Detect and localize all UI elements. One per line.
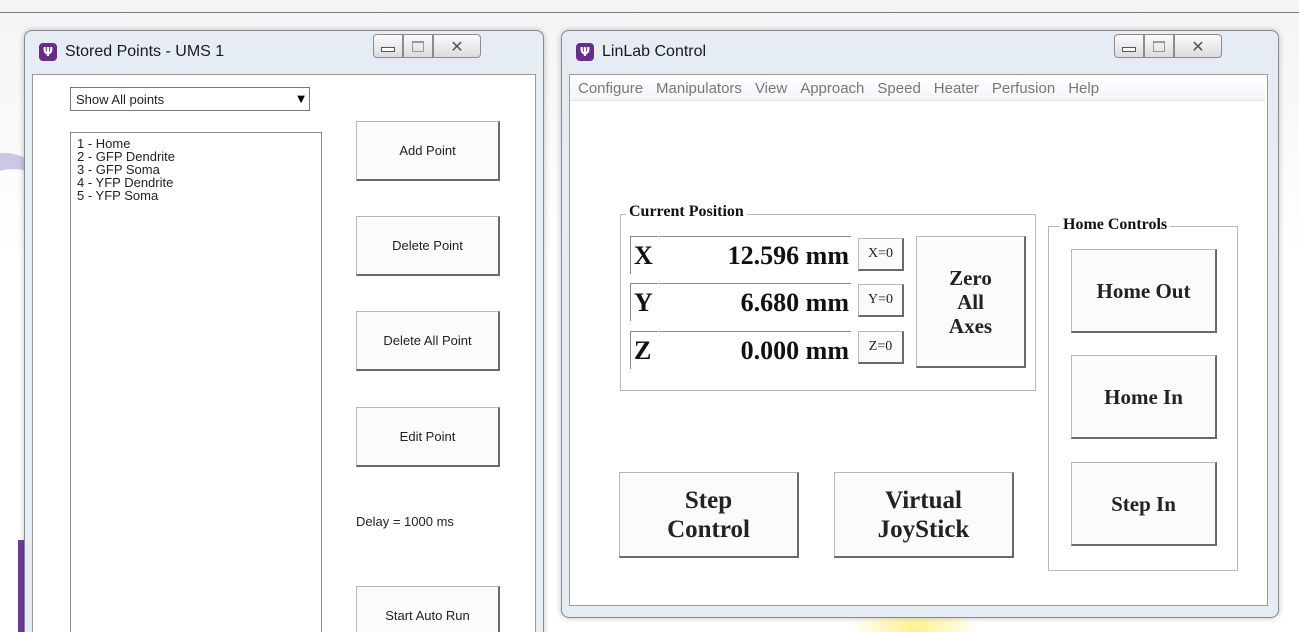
zero-all-line3: Axes bbox=[948, 313, 993, 338]
linlab-window-controls: ✕ bbox=[1114, 34, 1222, 58]
home-in-button[interactable]: Home In bbox=[1071, 355, 1217, 439]
minimize-icon[interactable] bbox=[373, 34, 403, 58]
zero-all-axes-button[interactable]: Zero All Axes bbox=[916, 236, 1026, 368]
delete-point-button[interactable]: Delete Point bbox=[356, 216, 500, 276]
linlab-titlebar: Ψ LinLab Control bbox=[576, 43, 706, 61]
maximize-icon[interactable] bbox=[403, 34, 433, 58]
virtual-joystick-line2: JoyStick bbox=[877, 515, 970, 543]
zero-all-line1: Zero bbox=[949, 265, 992, 290]
step-control-line2: Control bbox=[667, 515, 750, 543]
points-filter-value: Show All points bbox=[76, 92, 165, 107]
close-icon[interactable]: ✕ bbox=[1174, 34, 1222, 58]
home-controls-legend: Home Controls bbox=[1060, 216, 1171, 234]
list-item[interactable]: 5 - YFP Soma bbox=[77, 189, 315, 202]
menu-heater[interactable]: Heater bbox=[926, 76, 984, 100]
minimize-icon[interactable] bbox=[1114, 34, 1144, 58]
y-axis-value: 6.680 mm bbox=[659, 283, 851, 321]
stored-points-window-controls: ✕ bbox=[373, 34, 481, 58]
virtual-joystick-button[interactable]: Virtual JoyStick bbox=[834, 472, 1014, 558]
menu-configure[interactable]: Configure bbox=[570, 76, 648, 100]
delete-all-point-button[interactable]: Delete All Point bbox=[356, 311, 500, 371]
top-divider bbox=[0, 12, 1299, 13]
x-axis-value: 12.596 mm bbox=[659, 236, 851, 274]
current-position-legend: Current Position bbox=[626, 203, 747, 221]
menu-manipulators[interactable]: Manipulators bbox=[648, 76, 747, 100]
app-icon: Ψ bbox=[576, 43, 594, 61]
app-icon: Ψ bbox=[39, 43, 57, 61]
delay-label: Delay = 1000 ms bbox=[356, 514, 454, 529]
home-out-button[interactable]: Home Out bbox=[1071, 249, 1217, 333]
edit-point-button[interactable]: Edit Point bbox=[356, 407, 500, 467]
step-in-button[interactable]: Step In bbox=[1071, 462, 1217, 546]
menu-approach[interactable]: Approach bbox=[792, 76, 869, 100]
y-zero-button[interactable]: Y=0 bbox=[858, 284, 904, 317]
menu-speed[interactable]: Speed bbox=[869, 76, 925, 100]
chevron-down-icon[interactable]: ▼ bbox=[297, 94, 305, 105]
virtual-joystick-line1: Virtual bbox=[885, 486, 962, 514]
stored-points-titlebar: Ψ Stored Points - UMS 1 bbox=[39, 43, 224, 61]
x-zero-button[interactable]: X=0 bbox=[858, 238, 904, 271]
desktop-background: Ψ Stored Points - UMS 1 ✕ Show All point… bbox=[0, 0, 1299, 632]
add-point-button[interactable]: Add Point bbox=[356, 121, 500, 181]
maximize-icon[interactable] bbox=[1144, 34, 1174, 58]
stored-points-title: Stored Points - UMS 1 bbox=[65, 43, 225, 60]
z-axis-letter: Z bbox=[630, 331, 658, 369]
y-axis-row: Y 6.680 mm bbox=[630, 283, 854, 321]
points-list[interactable]: 1 - Home 2 - GFP Dendrite 3 - GFP Soma 4… bbox=[70, 132, 322, 632]
linlab-title: LinLab Control bbox=[602, 43, 707, 60]
step-control-button[interactable]: Step Control bbox=[619, 472, 799, 558]
menu-bar: Configure Manipulators View Approach Spe… bbox=[570, 76, 1265, 101]
close-icon[interactable]: ✕ bbox=[433, 34, 481, 58]
z-zero-button[interactable]: Z=0 bbox=[858, 331, 904, 364]
menu-perfusion[interactable]: Perfusion bbox=[984, 76, 1060, 100]
menu-help[interactable]: Help bbox=[1060, 76, 1104, 100]
menu-view[interactable]: View bbox=[747, 76, 792, 100]
zero-all-line2: All bbox=[957, 289, 984, 314]
start-auto-run-button[interactable]: Start Auto Run bbox=[356, 586, 500, 632]
step-control-line1: Step bbox=[684, 486, 733, 514]
x-axis-letter: X bbox=[630, 236, 658, 274]
x-axis-row: X 12.596 mm bbox=[630, 236, 854, 274]
z-axis-value: 0.000 mm bbox=[659, 331, 851, 369]
points-filter-dropdown[interactable]: Show All points ▼ bbox=[70, 87, 310, 111]
y-axis-letter: Y bbox=[630, 283, 658, 321]
z-axis-row: Z 0.000 mm bbox=[630, 331, 854, 369]
